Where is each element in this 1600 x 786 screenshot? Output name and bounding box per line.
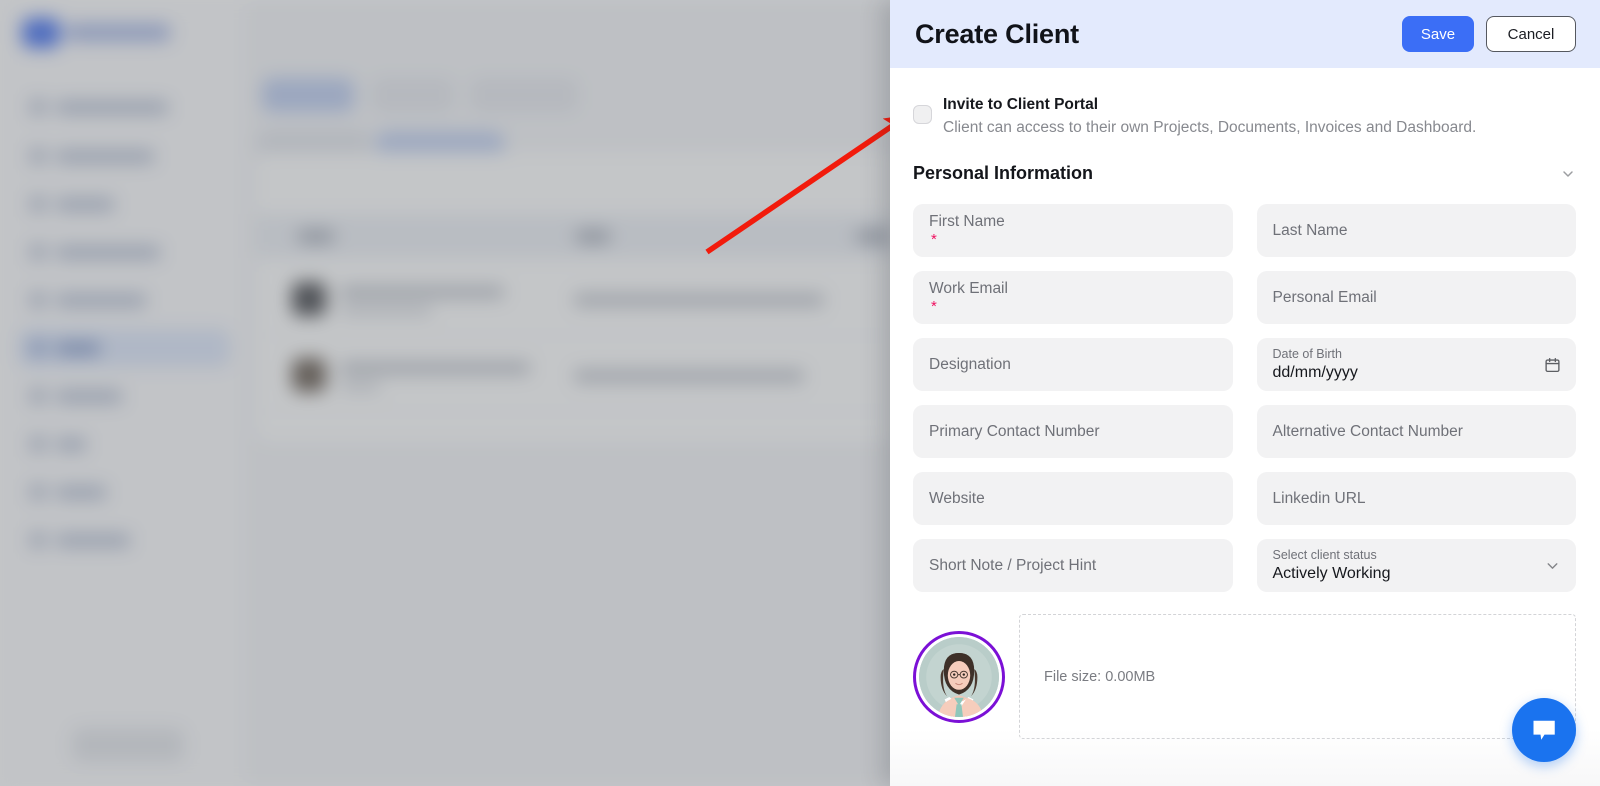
background-table-card bbox=[256, 152, 896, 442]
file-dropzone[interactable]: File size: 0.00MB bbox=[1019, 614, 1576, 739]
avatar-upload-row: File size: 0.00MB bbox=[913, 592, 1576, 739]
required-marker: * bbox=[931, 231, 937, 248]
date-of-birth-value: dd/mm/yyyy bbox=[1272, 363, 1358, 381]
avatar[interactable] bbox=[913, 630, 1005, 723]
client-status-value: Actively Working bbox=[1272, 564, 1391, 582]
alternative-contact-number-placeholder: Alternative Contact Number bbox=[1272, 422, 1463, 440]
client-status-label: Select client status bbox=[1272, 547, 1377, 562]
background-tab bbox=[262, 78, 354, 112]
last-name-field[interactable]: Last Name bbox=[1256, 204, 1576, 257]
invite-text-block: Invite to Client Portal Client can acces… bbox=[943, 94, 1576, 139]
calendar-icon[interactable] bbox=[1544, 356, 1561, 373]
background-sidebar bbox=[0, 0, 248, 786]
page-title: Create Client bbox=[915, 18, 1079, 49]
work-email-field[interactable]: Work Email * bbox=[913, 271, 1233, 324]
background-nav-item bbox=[18, 521, 230, 559]
cancel-button[interactable]: Cancel bbox=[1486, 16, 1576, 52]
date-of-birth-field[interactable]: Date of Birth dd/mm/yyyy bbox=[1256, 338, 1576, 391]
personal-information-form: First Name * Last Name Work Email * Person… bbox=[913, 190, 1576, 592]
background-nav-item bbox=[18, 137, 230, 175]
background-nav-item bbox=[18, 473, 230, 511]
background-nav-item bbox=[18, 425, 230, 463]
chat-bubble-icon bbox=[1533, 720, 1555, 740]
section-title: Personal Information bbox=[913, 163, 1094, 183]
background-logo bbox=[22, 16, 174, 50]
save-button[interactable]: Save bbox=[1402, 16, 1474, 52]
required-marker: * bbox=[931, 298, 937, 315]
background-nav-item bbox=[18, 233, 230, 271]
background-tab bbox=[372, 78, 454, 112]
background-table-row bbox=[256, 264, 896, 336]
first-name-placeholder: First Name bbox=[929, 213, 1005, 230]
invite-to-client-portal-checkbox[interactable] bbox=[913, 105, 932, 124]
file-size-label: File size: 0.00MB bbox=[1044, 668, 1156, 685]
short-note-field[interactable]: Short Note / Project Hint bbox=[913, 539, 1233, 592]
background-nav-item bbox=[18, 377, 230, 415]
personal-information-section-header[interactable]: Personal Information bbox=[913, 145, 1576, 190]
background-nav-item bbox=[18, 185, 230, 223]
alternative-contact-number-field[interactable]: Alternative Contact Number bbox=[1256, 405, 1576, 458]
background-bottom-button bbox=[72, 728, 184, 762]
personal-email-field[interactable]: Personal Email bbox=[1256, 271, 1576, 324]
primary-contact-number-field[interactable]: Primary Contact Number bbox=[913, 405, 1233, 458]
designation-field[interactable]: Designation bbox=[913, 338, 1233, 391]
create-client-panel: Create Client Save Cancel Invite to Clie… bbox=[890, 0, 1600, 786]
screen-root: Create Client Save Cancel Invite to Clie… bbox=[0, 0, 1600, 786]
linkedin-url-field[interactable]: Linkedin URL bbox=[1256, 472, 1576, 525]
last-name-placeholder: Last Name bbox=[1272, 221, 1348, 239]
chat-widget-button[interactable] bbox=[1512, 698, 1576, 762]
designation-placeholder: Designation bbox=[929, 355, 1011, 373]
background-nav-item bbox=[18, 88, 230, 126]
background-main-area bbox=[248, 0, 900, 786]
client-status-select[interactable]: Select client status Actively Working bbox=[1256, 539, 1576, 592]
short-note-placeholder: Short Note / Project Hint bbox=[929, 556, 1097, 574]
panel-header: Create Client Save Cancel bbox=[890, 0, 1600, 68]
chevron-down-icon[interactable] bbox=[1544, 557, 1561, 574]
first-name-field[interactable]: First Name * bbox=[913, 204, 1233, 257]
background-tab bbox=[470, 78, 578, 112]
background-nav-item bbox=[18, 281, 230, 319]
website-placeholder: Website bbox=[929, 489, 985, 507]
background-table-row bbox=[256, 340, 896, 412]
background-app-blurred bbox=[0, 0, 900, 786]
work-email-placeholder: Work Email bbox=[929, 280, 1008, 297]
background-nav-item-active bbox=[18, 329, 230, 367]
website-field[interactable]: Website bbox=[913, 472, 1233, 525]
background-table-header bbox=[256, 214, 896, 258]
date-of-birth-label: Date of Birth bbox=[1272, 346, 1342, 361]
personal-email-placeholder: Personal Email bbox=[1272, 288, 1377, 306]
panel-body: Invite to Client Portal Client can acces… bbox=[890, 68, 1600, 786]
invite-description: Client can access to their own Projects,… bbox=[943, 119, 1477, 136]
invite-to-client-portal-row: Invite to Client Portal Client can acces… bbox=[913, 68, 1576, 145]
invite-title: Invite to Client Portal bbox=[943, 96, 1099, 113]
chevron-down-icon[interactable] bbox=[1560, 166, 1576, 182]
linkedin-url-placeholder: Linkedin URL bbox=[1272, 489, 1366, 507]
avatar-illustration-icon bbox=[919, 636, 999, 717]
primary-contact-number-placeholder: Primary Contact Number bbox=[929, 422, 1100, 440]
